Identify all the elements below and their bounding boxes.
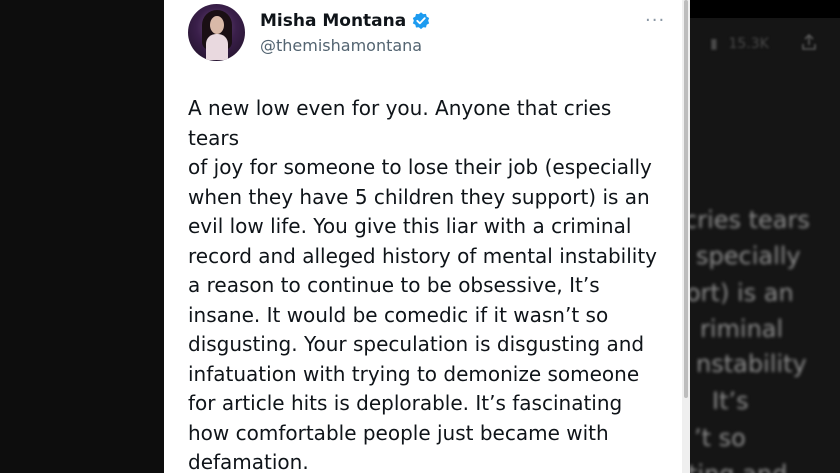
bg-text-fragment: ting and [690, 460, 787, 473]
avatar-body [206, 34, 228, 60]
scrollbar-thumb[interactable] [684, 0, 688, 398]
left-background [0, 0, 164, 473]
verified-badge-icon [413, 12, 430, 30]
bg-text-fragment: riminal [700, 315, 784, 343]
right-topbar [690, 0, 840, 18]
author-handle[interactable]: @themishamontana [260, 36, 422, 55]
tweet-card: Misha Montana @themishamontana ··· A new… [164, 0, 690, 473]
avatar[interactable] [188, 4, 245, 61]
avatar-face [210, 16, 224, 34]
scrollbar[interactable] [682, 0, 690, 473]
more-options-icon[interactable]: ··· [645, 10, 665, 31]
tweet-text: A new low even for you. Anyone that crie… [188, 96, 658, 473]
views-label: 15.3K [728, 36, 769, 52]
author-name[interactable]: Misha Montana [260, 11, 406, 31]
bg-text-fragment: nstability [696, 350, 807, 378]
views-count: ▮ 15.3K [710, 36, 769, 52]
bg-text-fragment: ’t so [694, 424, 746, 452]
bg-text-fragment: It’s [712, 387, 749, 415]
bg-text-fragment: ort) is an [690, 279, 794, 307]
author-name-row: Misha Montana [260, 8, 431, 34]
bg-text-fragment: specially [696, 242, 801, 270]
share-icon [802, 34, 816, 50]
bg-text-fragment: cries tears [690, 206, 810, 234]
views-icon: ▮ [710, 36, 718, 52]
right-background: ▮ 15.3K cries tears specially ort) is an… [690, 0, 840, 473]
